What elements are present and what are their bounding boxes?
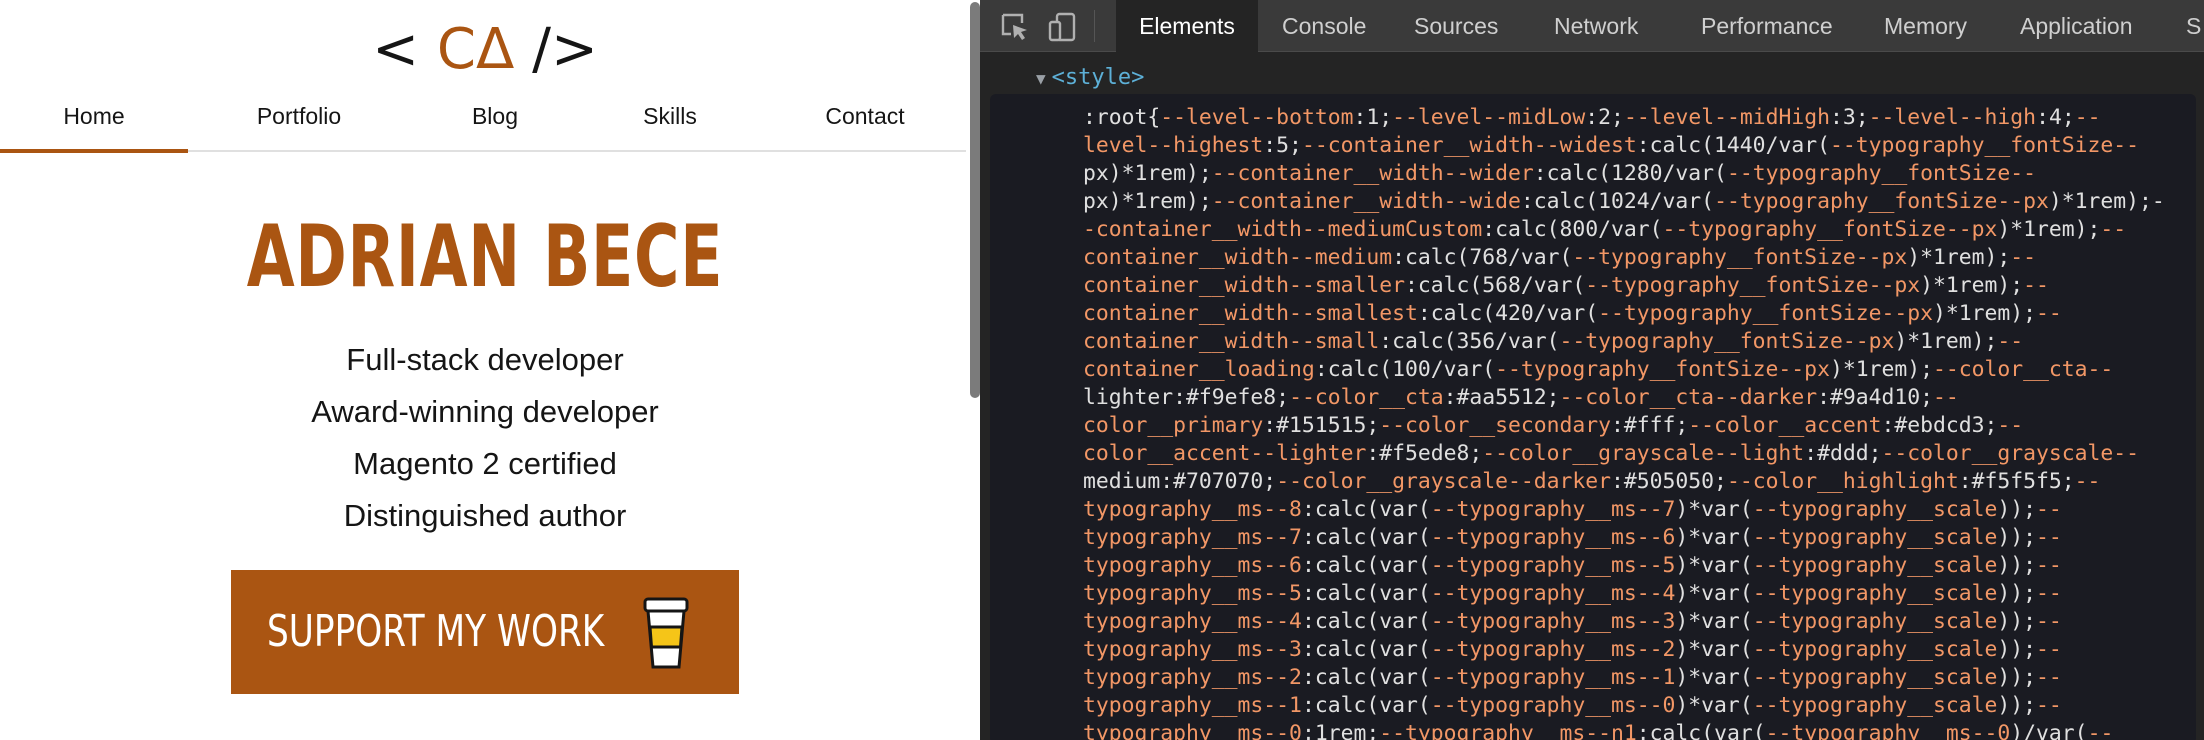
code-line: typography__ms--5:calc(var(--typography_…: [1083, 581, 2062, 606]
elements-tree: ▼ <style> :root{--level--bottom:1;--level…: [980, 52, 2204, 740]
code-line: :root{--level--bottom:1;--level--midLow:…: [1083, 105, 2101, 130]
main-navigation: Home Portfolio Blog Skills Contact: [0, 92, 970, 153]
code-line: typography__ms--7:calc(var(--typography_…: [1083, 525, 2062, 550]
tab-elements[interactable]: Elements: [1116, 0, 1258, 52]
website-viewport: < CΔ /> Home Portfolio Blog Skills Conta…: [0, 0, 970, 740]
tab-application[interactable]: Application: [2020, 0, 2133, 52]
hero-subtitle-4: Distinguished author: [343, 498, 627, 533]
inspect-element-icon[interactable]: [1000, 12, 1030, 42]
code-line: typography__ms--0:1rem;--typography__ms-…: [1083, 721, 2114, 740]
code-line: container__width--smallest:calc(420/var(…: [1083, 301, 2062, 326]
code-line: container__width--smaller:calc(568/var(-…: [1083, 273, 2049, 298]
hero-subtitle-1: Full-stack developer: [346, 342, 624, 377]
logo-left-bracket: <: [372, 17, 420, 82]
website-scrollbar-thumb[interactable]: [970, 2, 980, 398]
nav-item-home[interactable]: Home: [0, 92, 188, 153]
code-line: typography__ms--6:calc(var(--typography_…: [1083, 553, 2062, 578]
code-line: typography__ms--8:calc(var(--typography_…: [1083, 497, 2062, 522]
devtools-panel: Elements Console Sources Network Perform…: [980, 0, 2204, 740]
hero-subtitle-3: Magento 2 certified: [353, 446, 617, 481]
code-line: medium:#707070;--color__grayscale--darke…: [1083, 469, 2101, 494]
code-line: px)*1rem);--container__width--wide:calc(…: [1083, 189, 2165, 214]
code-line: container__width--small:calc(356/var(--t…: [1083, 329, 2024, 354]
hero-subtitle-2: Award-winning developer: [311, 394, 659, 429]
code-line: typography__ms--1:calc(var(--typography_…: [1083, 693, 2062, 718]
nav-item-skills[interactable]: Skills: [580, 92, 760, 152]
code-line: container__width--medium:calc(768/var(--…: [1083, 245, 2037, 270]
nav-item-contact[interactable]: Contact: [760, 92, 970, 152]
code-line: typography__ms--3:calc(var(--typography_…: [1083, 637, 2062, 662]
nav-item-portfolio[interactable]: Portfolio: [188, 92, 410, 152]
support-button-label: SUPPORT MY WORK: [267, 606, 605, 657]
code-line: color__primary:#151515;--color__secondar…: [1083, 413, 2024, 438]
code-line: level--highest:5;--container__width--wid…: [1083, 133, 2140, 158]
code-line: color__accent--lighter:#f5ede8;--color__…: [1083, 441, 2140, 466]
code-line: px)*1rem);--container__width--wider:calc…: [1083, 161, 2037, 186]
nav-item-blog[interactable]: Blog: [410, 92, 580, 152]
tab-sources[interactable]: Sources: [1414, 0, 1498, 52]
code-line: -container__width--mediumCustom:calc(800…: [1083, 217, 2127, 242]
code-line: lighter:#f9efe8;--color__cta:#aa5512;--c…: [1083, 385, 1959, 410]
tab-console[interactable]: Console: [1282, 0, 1366, 52]
hero-name: ADRIAN BECE: [246, 207, 724, 307]
logo-mark: CΔ: [436, 17, 515, 82]
tab-performance[interactable]: Performance: [1701, 0, 1833, 52]
logo-right-bracket: />: [532, 17, 598, 82]
code-line: typography__ms--2:calc(var(--typography_…: [1083, 665, 2062, 690]
device-toolbar-icon[interactable]: [1048, 12, 1078, 42]
code-line: typography__ms--4:calc(var(--typography_…: [1083, 609, 2062, 634]
tab-overflow[interactable]: S: [2186, 0, 2201, 52]
devtools-toolbar: Elements Console Sources Network Perform…: [980, 0, 2204, 52]
toolbar-divider: [1094, 10, 1095, 42]
site-logo[interactable]: < CΔ />: [0, 14, 970, 86]
tab-network[interactable]: Network: [1554, 0, 1638, 52]
style-node[interactable]: ▼ <style>: [1036, 63, 1144, 93]
code-line: container__loading:calc(100/var(--typogr…: [1083, 357, 2114, 382]
coffee-cup-icon: [643, 597, 689, 669]
style-tag-label: <style>: [1051, 65, 1145, 90]
triangle-down-icon[interactable]: ▼: [1036, 69, 1046, 88]
tab-memory[interactable]: Memory: [1884, 0, 1967, 52]
support-my-work-button[interactable]: SUPPORT MY WORK: [231, 570, 739, 694]
